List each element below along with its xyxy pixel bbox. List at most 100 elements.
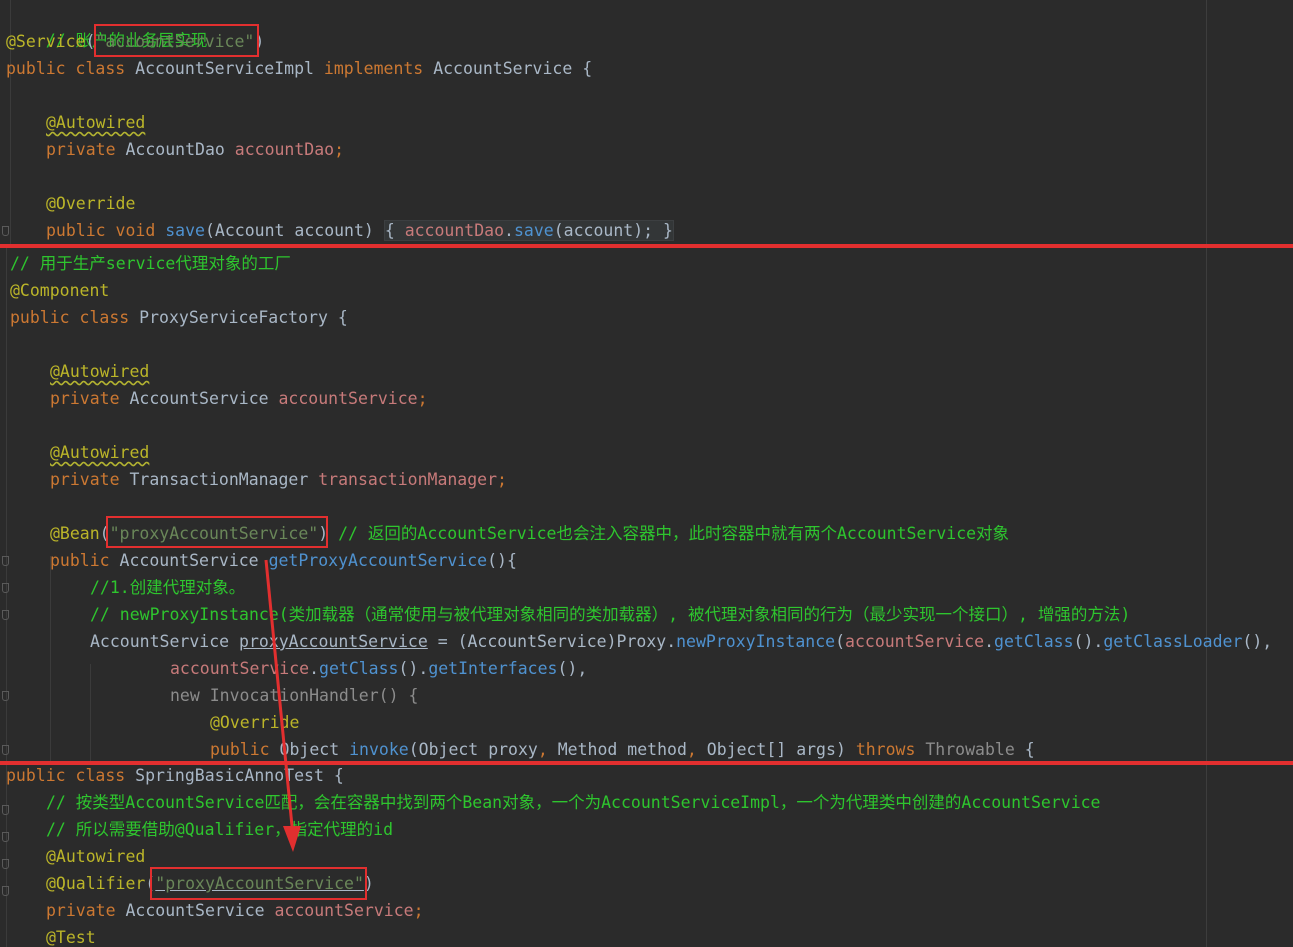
brace: { xyxy=(337,308,348,327)
semicolon: ; xyxy=(417,389,428,408)
type-name: Object xyxy=(418,740,479,759)
method-name: save xyxy=(165,221,205,240)
right-margin-guide xyxy=(1206,764,1207,947)
code-line: //1.创建代理对象。 xyxy=(90,574,245,601)
keyword: class xyxy=(79,308,130,327)
class-ref: Proxy xyxy=(616,632,667,651)
paren: (), xyxy=(557,659,588,678)
qualifier-annotation: @Qualifier xyxy=(46,874,146,893)
keyword: private xyxy=(46,140,116,159)
fold-marker-icon[interactable] xyxy=(2,859,9,869)
keyword: public xyxy=(50,551,110,570)
method-name: getProxyAccountService xyxy=(268,551,488,570)
keyword: void xyxy=(115,221,156,240)
highlight-box-bean-name xyxy=(106,516,328,548)
right-margin-guide xyxy=(1206,0,1207,246)
dot: . xyxy=(666,632,677,651)
code-line: // 按类型AccountService匹配，会在容器中找到两个Bean对象，一… xyxy=(46,789,1101,816)
keyword: public xyxy=(210,740,270,759)
fold-marker-icon[interactable] xyxy=(2,610,9,620)
method-call: getClass xyxy=(319,659,399,678)
type-name: Method xyxy=(557,740,618,759)
keyword: public xyxy=(6,766,66,785)
parens-brace: (){ xyxy=(487,551,517,570)
brace: { xyxy=(1024,740,1035,759)
fold-marker-icon[interactable] xyxy=(2,691,9,701)
bean-annotation: @Bean xyxy=(50,524,100,543)
field-name: transactionManager xyxy=(318,470,498,489)
fold-marker-icon[interactable] xyxy=(2,886,9,896)
field-name: accountDao xyxy=(234,140,335,159)
component-annotation: @Component xyxy=(10,281,110,300)
paren: (). xyxy=(1073,632,1104,651)
dot: . xyxy=(504,221,514,240)
code-line: public class AccountServiceImpl implemen… xyxy=(6,55,592,82)
type-name: TransactionManager xyxy=(129,470,309,489)
keyword: private xyxy=(50,389,120,408)
code-line: // 用于生产service代理对象的工厂 xyxy=(10,250,291,277)
keyword: new xyxy=(170,686,200,705)
highlight-box-qualifier-name xyxy=(150,867,367,900)
paren: ( xyxy=(835,632,846,651)
type-name: AccountService xyxy=(125,901,265,920)
dot: . xyxy=(309,659,320,678)
type-name: AccountService xyxy=(119,551,259,570)
fold-marker-icon[interactable] xyxy=(2,832,9,842)
method-call: newProxyInstance xyxy=(676,632,836,651)
autowired-annotation: @Autowired xyxy=(46,847,146,866)
keyword: class xyxy=(75,766,126,785)
right-margin-guide xyxy=(1206,248,1207,762)
brace: } xyxy=(663,221,673,240)
code-line: // 所以需要借助@Qualifier，指定代理的id xyxy=(46,816,393,843)
code-line: @Autowired xyxy=(46,843,145,870)
code-line: public Object invoke(Object proxy, Metho… xyxy=(210,736,1035,762)
indent-guide xyxy=(90,664,91,762)
code-line: public class SpringBasicAnnoTest { xyxy=(6,764,344,789)
separator-line xyxy=(0,761,1293,765)
paren: (), xyxy=(1242,632,1273,651)
keyword: class xyxy=(75,59,126,78)
code-line: public void save(Account account) { acco… xyxy=(46,217,674,244)
assignment: = (AccountService) xyxy=(427,632,617,651)
paren: (). xyxy=(398,659,429,678)
comma: , xyxy=(686,740,697,759)
type-name: AccountDao xyxy=(125,140,225,159)
arguments: (account); xyxy=(553,221,654,240)
exception-type: Throwable xyxy=(925,740,1015,759)
fold-marker-icon[interactable] xyxy=(2,805,9,815)
test-annotation: @Test xyxy=(46,928,96,947)
comment: // 所以需要借助@Qualifier，指定代理的id xyxy=(46,820,394,839)
separator-line xyxy=(0,244,1293,248)
fold-marker-icon[interactable] xyxy=(2,583,9,593)
indent-guide xyxy=(6,764,7,947)
field-name: accountService xyxy=(278,389,418,408)
indent-guide xyxy=(50,556,51,762)
code-line: private AccountService accountService; xyxy=(50,385,428,412)
keyword: implements xyxy=(323,59,424,78)
code-line: // 账户的业务层实现 xyxy=(6,0,208,50)
field-name: accountDao xyxy=(404,221,505,240)
service-annotation: @Service xyxy=(6,32,86,51)
semicolon: ; xyxy=(334,140,345,159)
code-panel-proxy-service-factory: // 用于生产service代理对象的工厂 @Component public … xyxy=(0,248,1293,762)
highlight-box-service-name xyxy=(94,24,259,57)
class-name: AccountServiceImpl xyxy=(135,59,314,78)
fold-marker-icon[interactable] xyxy=(2,556,9,566)
semicolon: ; xyxy=(413,901,424,920)
comment: //1.创建代理对象。 xyxy=(90,578,246,597)
parameter: args xyxy=(796,740,836,759)
code-line: @Override xyxy=(210,709,299,736)
method-call: getClassLoader xyxy=(1103,632,1243,651)
type-name: InvocationHandler xyxy=(209,686,379,705)
field-name: accountService xyxy=(845,632,985,651)
field-name: accountService xyxy=(170,659,310,678)
fold-marker-icon[interactable] xyxy=(2,226,9,236)
fold-marker-icon[interactable] xyxy=(2,745,9,755)
semicolon: ; xyxy=(497,470,507,489)
paren: ) xyxy=(835,740,846,759)
override-annotation: @Override xyxy=(210,713,300,732)
keyword: private xyxy=(46,901,116,920)
code-line: accountService.getClass().getInterfaces(… xyxy=(170,655,587,682)
override-annotation: @Override xyxy=(46,194,136,213)
folded-region[interactable]: { accountDao.save(account); } xyxy=(383,220,674,241)
